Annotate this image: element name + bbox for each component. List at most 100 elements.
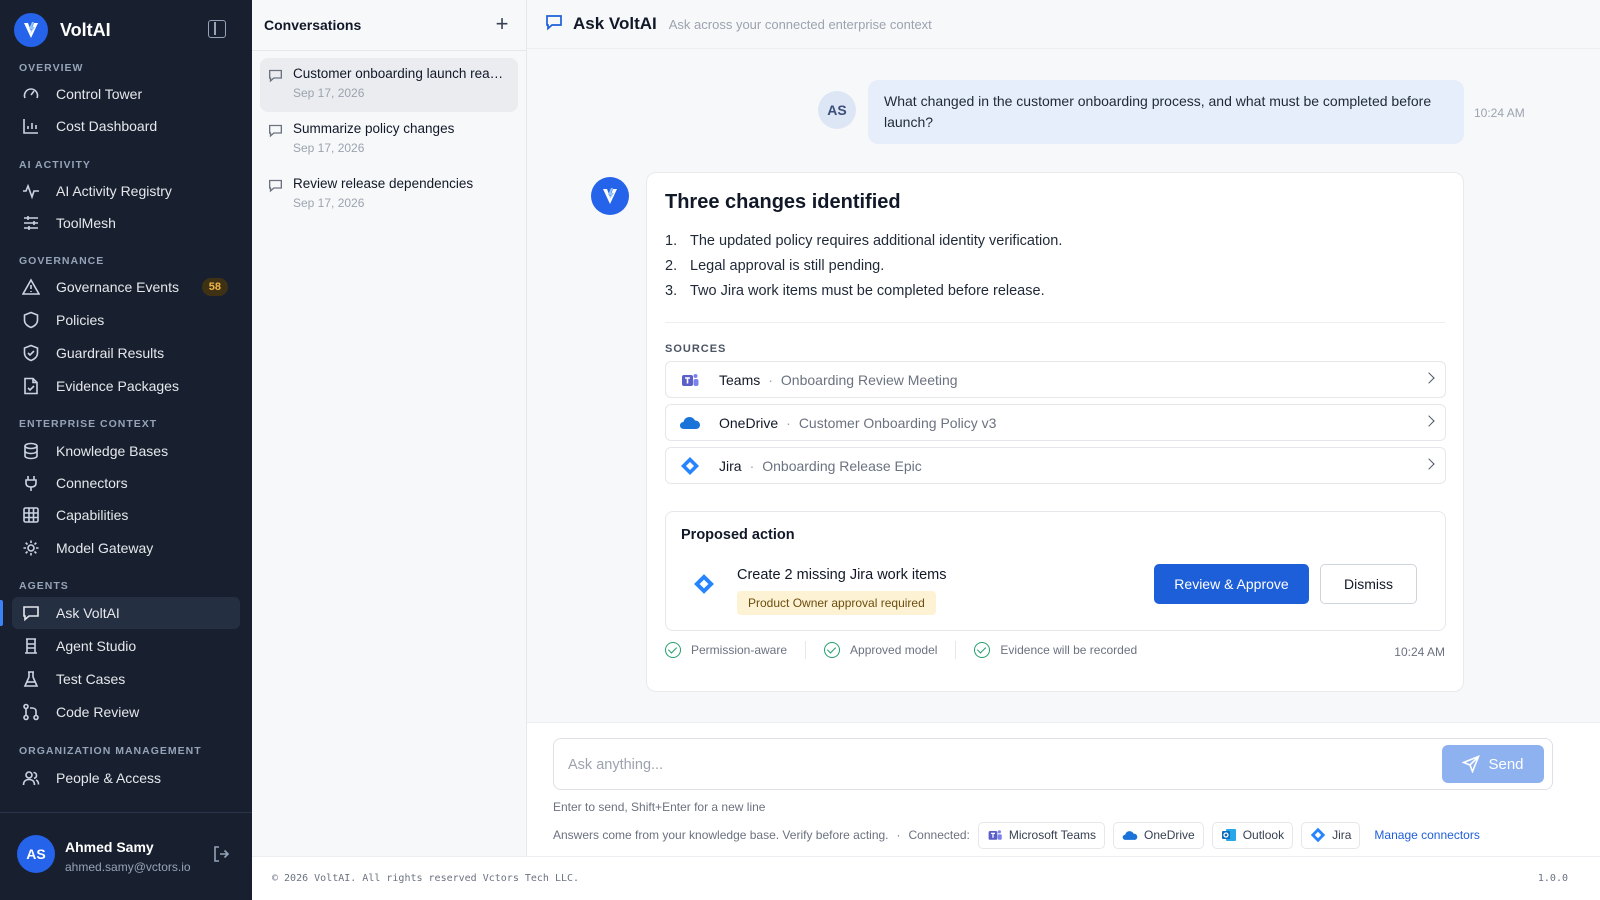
onedrive-icon <box>1122 827 1138 843</box>
check-circle-icon <box>824 642 841 658</box>
collapse-sidebar-icon[interactable] <box>208 20 226 38</box>
conversation-item[interactable]: Summarize policy changes Sep 17, 2026 <box>260 113 518 167</box>
sidebar-item-label: Model Gateway <box>56 540 154 556</box>
assistant-answer-card: Three changes identified 1. The updated p… <box>646 172 1464 692</box>
jira-icon <box>1310 827 1326 843</box>
flask-icon <box>20 668 42 690</box>
page-subtitle: Ask across your connected enterprise con… <box>668 16 932 32</box>
conversation-date: Sep 17, 2026 <box>293 86 365 100</box>
section-agents: AGENTS <box>19 580 69 592</box>
logout-icon[interactable] <box>212 845 232 865</box>
conversations-panel: Conversations + Customer onboarding laun… <box>252 0 527 856</box>
conversation-title: Summarize policy changes <box>293 121 455 136</box>
conversation-title: Customer onboarding launch read... <box>293 66 508 81</box>
connector-chip-jira[interactable]: Jira <box>1301 821 1361 849</box>
sidebar-item-ai-activity-registry[interactable]: AI Activity Registry <box>12 175 240 207</box>
conversation-item[interactable]: Review release dependencies Sep 17, 2026 <box>260 168 518 222</box>
proposed-action-box: Proposed action Create 2 missing Jira wo… <box>665 511 1446 631</box>
sidebar-item-capabilities[interactable]: Capabilities <box>12 499 240 531</box>
divider <box>955 641 957 659</box>
source-desc: Onboarding Release Epic <box>762 457 922 474</box>
sidebar-item-governance-events[interactable]: Governance Events 58 <box>12 271 240 303</box>
brand-name: VoltAI <box>60 19 111 40</box>
check-label: Approved model <box>850 643 938 657</box>
chat-input-box: Send <box>553 738 1553 790</box>
source-row-jira[interactable]: Jira · Onboarding Release Epic <box>665 447 1446 484</box>
voltai-logo-icon <box>14 13 48 47</box>
connector-chip-onedrive[interactable]: OneDrive <box>1113 821 1204 849</box>
manage-connectors-link[interactable]: Manage connectors <box>1374 828 1479 842</box>
send-button[interactable]: Send <box>1442 745 1544 783</box>
sliders-icon <box>20 212 42 234</box>
governance-events-badge: 58 <box>201 278 228 296</box>
connector-chip-teams[interactable]: Microsoft Teams <box>977 821 1106 849</box>
sidebar-item-test-cases[interactable]: Test Cases <box>12 663 240 695</box>
database-icon <box>20 440 42 462</box>
sidebar-item-code-review[interactable]: Code Review <box>12 696 240 728</box>
section-organization-management: ORGANIZATION MANAGEMENT <box>19 745 202 757</box>
chat-icon <box>545 13 563 36</box>
gauge-icon <box>20 83 42 105</box>
dismiss-button[interactable]: Dismiss <box>1320 564 1417 604</box>
sidebar-item-label: Capabilities <box>56 507 129 523</box>
connected-label: Connected: <box>908 828 970 842</box>
review-approve-button[interactable]: Review & Approve <box>1154 564 1309 604</box>
user-profile[interactable]: AS Ahmed Samy ahmed.samy@vctors.io <box>0 812 252 900</box>
sidebar-item-connectors[interactable]: Connectors <box>12 467 240 499</box>
sidebar-item-label: Cost Dashboard <box>56 118 158 134</box>
list-item: 2. Legal approval is still pending. <box>665 258 885 274</box>
sidebar-item-evidence-packages[interactable]: Evidence Packages <box>12 370 240 402</box>
sidebar-item-cost-dashboard[interactable]: Cost Dashboard <box>12 110 240 142</box>
section-ai-activity: AI ACTIVITY <box>19 159 91 171</box>
sources-label: SOURCES <box>665 343 727 355</box>
section-governance: GOVERNANCE <box>19 255 105 267</box>
sidebar-item-knowledge-bases[interactable]: Knowledge Bases <box>12 435 240 467</box>
active-indicator <box>0 600 3 626</box>
page-footer: © 2026 VoltAI. All rights reserved Vctor… <box>252 856 1600 900</box>
sidebar-item-toolmesh[interactable]: ToolMesh <box>12 207 240 239</box>
teams-icon <box>679 369 701 391</box>
studio-icon <box>20 635 42 657</box>
chevron-right-icon <box>1423 372 1435 384</box>
list-item: 1. The updated policy requires additional… <box>665 233 1063 249</box>
user-message: What changed in the customer onboarding … <box>868 80 1464 144</box>
chat-icon <box>268 68 284 84</box>
app-root: VoltAI OVERVIEW Control Tower Cost Dashb… <box>0 0 1600 900</box>
jira-icon <box>693 573 715 595</box>
user-name: Ahmed Samy <box>65 839 154 855</box>
version: 1.0.0 <box>1537 873 1568 884</box>
sidebar-item-label: Test Cases <box>56 671 126 687</box>
section-enterprise-context: ENTERPRISE CONTEXT <box>19 418 158 430</box>
activity-icon <box>20 180 42 202</box>
source-name: Teams <box>719 371 761 388</box>
sidebar-item-people-access[interactable]: People & Access <box>12 762 240 794</box>
check-label: Permission-aware <box>691 643 788 657</box>
divider <box>665 322 1445 323</box>
sidebar-item-agent-studio[interactable]: Agent Studio <box>12 630 240 662</box>
chat-input[interactable] <box>568 752 1428 778</box>
sidebar-item-label: People & Access <box>56 770 162 786</box>
conversation-date: Sep 17, 2026 <box>293 141 365 155</box>
sidebar-item-control-tower[interactable]: Control Tower <box>12 78 240 110</box>
user-message-avatar: AS <box>818 91 856 129</box>
answer-title: Three changes identified <box>665 191 901 213</box>
sidebar-item-label: AI Activity Registry <box>56 183 172 199</box>
shield-check-icon <box>20 342 42 364</box>
brand[interactable]: VoltAI <box>14 12 234 48</box>
connector-chip-outlook[interactable]: Outlook <box>1211 821 1294 849</box>
source-row-teams[interactable]: Teams · Onboarding Review Meeting <box>665 361 1446 398</box>
sidebar-item-policies[interactable]: Policies <box>12 304 240 336</box>
conversation-item[interactable]: Customer onboarding launch read... Sep 1… <box>260 58 518 112</box>
user-message-time: 10:24 AM <box>1474 106 1525 120</box>
list-item: 3. Two Jira work items must be completed … <box>665 283 1045 299</box>
sidebar-item-guardrail-results[interactable]: Guardrail Results <box>12 337 240 369</box>
sidebar-item-ask-voltai[interactable]: Ask VoltAI <box>12 597 240 629</box>
sidebar-item-model-gateway[interactable]: Model Gateway <box>12 532 240 564</box>
source-row-onedrive[interactable]: OneDrive · Customer Onboarding Policy v3 <box>665 404 1446 441</box>
section-overview: OVERVIEW <box>19 62 84 74</box>
answer-checks: Permission-aware Approved model Evidence… <box>665 639 1137 661</box>
check-label: Evidence will be recorded <box>1000 643 1138 657</box>
sidebar-item-label: ToolMesh <box>56 215 116 231</box>
new-conversation-plus-icon[interactable]: + <box>492 13 512 35</box>
assistant-avatar-logo-icon <box>591 177 629 215</box>
